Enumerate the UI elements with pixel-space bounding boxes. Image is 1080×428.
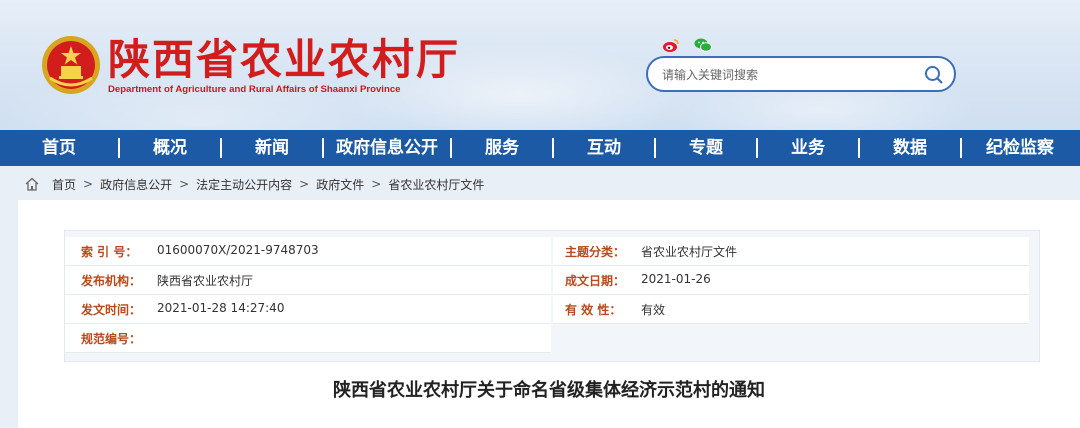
breadcrumb-separator: > [83, 177, 94, 191]
meta-row: 规范编号： [65, 324, 1041, 353]
meta-label: 索 引 号： [81, 245, 138, 259]
nav-item-business[interactable]: 业务 [758, 130, 858, 166]
nav-item-news[interactable]: 新闻 [222, 130, 322, 166]
breadcrumb-separator: > [299, 177, 310, 191]
meta-value: 2021-01-28 14:27:40 [157, 301, 285, 315]
nav-item-home[interactable]: 首页 [0, 130, 118, 166]
weibo-icon[interactable] [662, 37, 680, 53]
search-box [646, 56, 956, 92]
meta-label: 发布机构： [81, 274, 142, 288]
meta-label: 有 效 性： [565, 303, 622, 317]
meta-cell-date: 成文日期： 2021-01-26 [553, 266, 1029, 295]
breadcrumb-dept-documents[interactable]: 省农业农村厅文件 [388, 176, 484, 193]
nav-item-discipline[interactable]: 纪检监察 [962, 130, 1078, 166]
nav-item-interaction[interactable]: 互动 [554, 130, 654, 166]
main-nav: 首页 概况 新闻 政府信息公开 服务 互动 专题 业务 数据 纪检监察 [0, 130, 1080, 166]
search-input[interactable] [662, 65, 912, 85]
breadcrumb-statutory-disclosure[interactable]: 法定主动公开内容 [196, 176, 292, 193]
meta-label: 成文日期： [565, 274, 626, 288]
meta-cell-category: 主题分类： 省农业农村厅文件 [553, 237, 1029, 266]
meta-row: 发布机构： 陕西省农业农村厅 成文日期： 2021-01-26 [65, 266, 1041, 295]
meta-value: 01600070X/2021-9748703 [157, 243, 319, 257]
meta-label: 主题分类： [565, 245, 626, 259]
meta-row: 索 引 号： 01600070X/2021-9748703 主题分类： 省农业农… [65, 237, 1041, 266]
meta-label: 规范编号： [81, 332, 142, 346]
meta-cell-empty [553, 324, 1029, 353]
meta-cell-index: 索 引 号： 01600070X/2021-9748703 [65, 237, 551, 266]
meta-value: 省农业农村厅文件 [641, 245, 738, 259]
social-links [662, 37, 712, 53]
site-title[interactable]: 陕西省农业农村厅 [108, 36, 460, 84]
wechat-icon[interactable] [694, 37, 712, 53]
meta-value: 陕西省农业农村厅 [157, 274, 254, 288]
meta-value: 2021-01-26 [641, 272, 711, 286]
breadcrumb-separator: > [371, 177, 382, 191]
meta-label: 发文时间： [81, 303, 142, 317]
meta-cell-org: 发布机构： 陕西省农业农村厅 [65, 266, 551, 295]
site-subtitle: Department of Agriculture and Rural Affa… [108, 84, 401, 95]
meta-cell-validity: 有 效 性： 有效 [553, 295, 1029, 324]
nav-item-services[interactable]: 服务 [452, 130, 552, 166]
meta-cell-spec: 规范编号： [65, 324, 551, 353]
content-panel: 索 引 号： 01600070X/2021-9748703 主题分类： 省农业农… [18, 200, 1080, 428]
breadcrumb-gov-info[interactable]: 政府信息公开 [100, 176, 172, 193]
home-icon [25, 177, 39, 191]
nav-item-topics[interactable]: 专题 [656, 130, 756, 166]
nav-item-gov-info[interactable]: 政府信息公开 [324, 130, 450, 166]
breadcrumb-home[interactable]: 首页 [52, 176, 76, 193]
document-meta-table: 索 引 号： 01600070X/2021-9748703 主题分类： 省农业农… [64, 230, 1040, 362]
meta-row: 发文时间： 2021-01-28 14:27:40 有 效 性： 有效 [65, 295, 1041, 324]
site-header: 陕西省农业农村厅 Department of Agriculture and R… [0, 0, 1080, 130]
meta-cell-time: 发文时间： 2021-01-28 14:27:40 [65, 295, 551, 324]
nav-item-data[interactable]: 数据 [860, 130, 960, 166]
search-icon[interactable] [924, 65, 944, 85]
national-emblem-icon[interactable] [40, 34, 102, 96]
breadcrumb-separator: > [179, 177, 190, 191]
document-title: 陕西省农业农村厅关于命名省级集体经济示范村的通知 [333, 380, 765, 401]
meta-value: 有效 [641, 303, 666, 317]
breadcrumb-gov-documents[interactable]: 政府文件 [316, 176, 364, 193]
nav-item-overview[interactable]: 概况 [120, 130, 220, 166]
breadcrumb: 首页 > 政府信息公开 > 法定主动公开内容 > 政府文件 > 省农业农村厅文件 [24, 174, 484, 194]
